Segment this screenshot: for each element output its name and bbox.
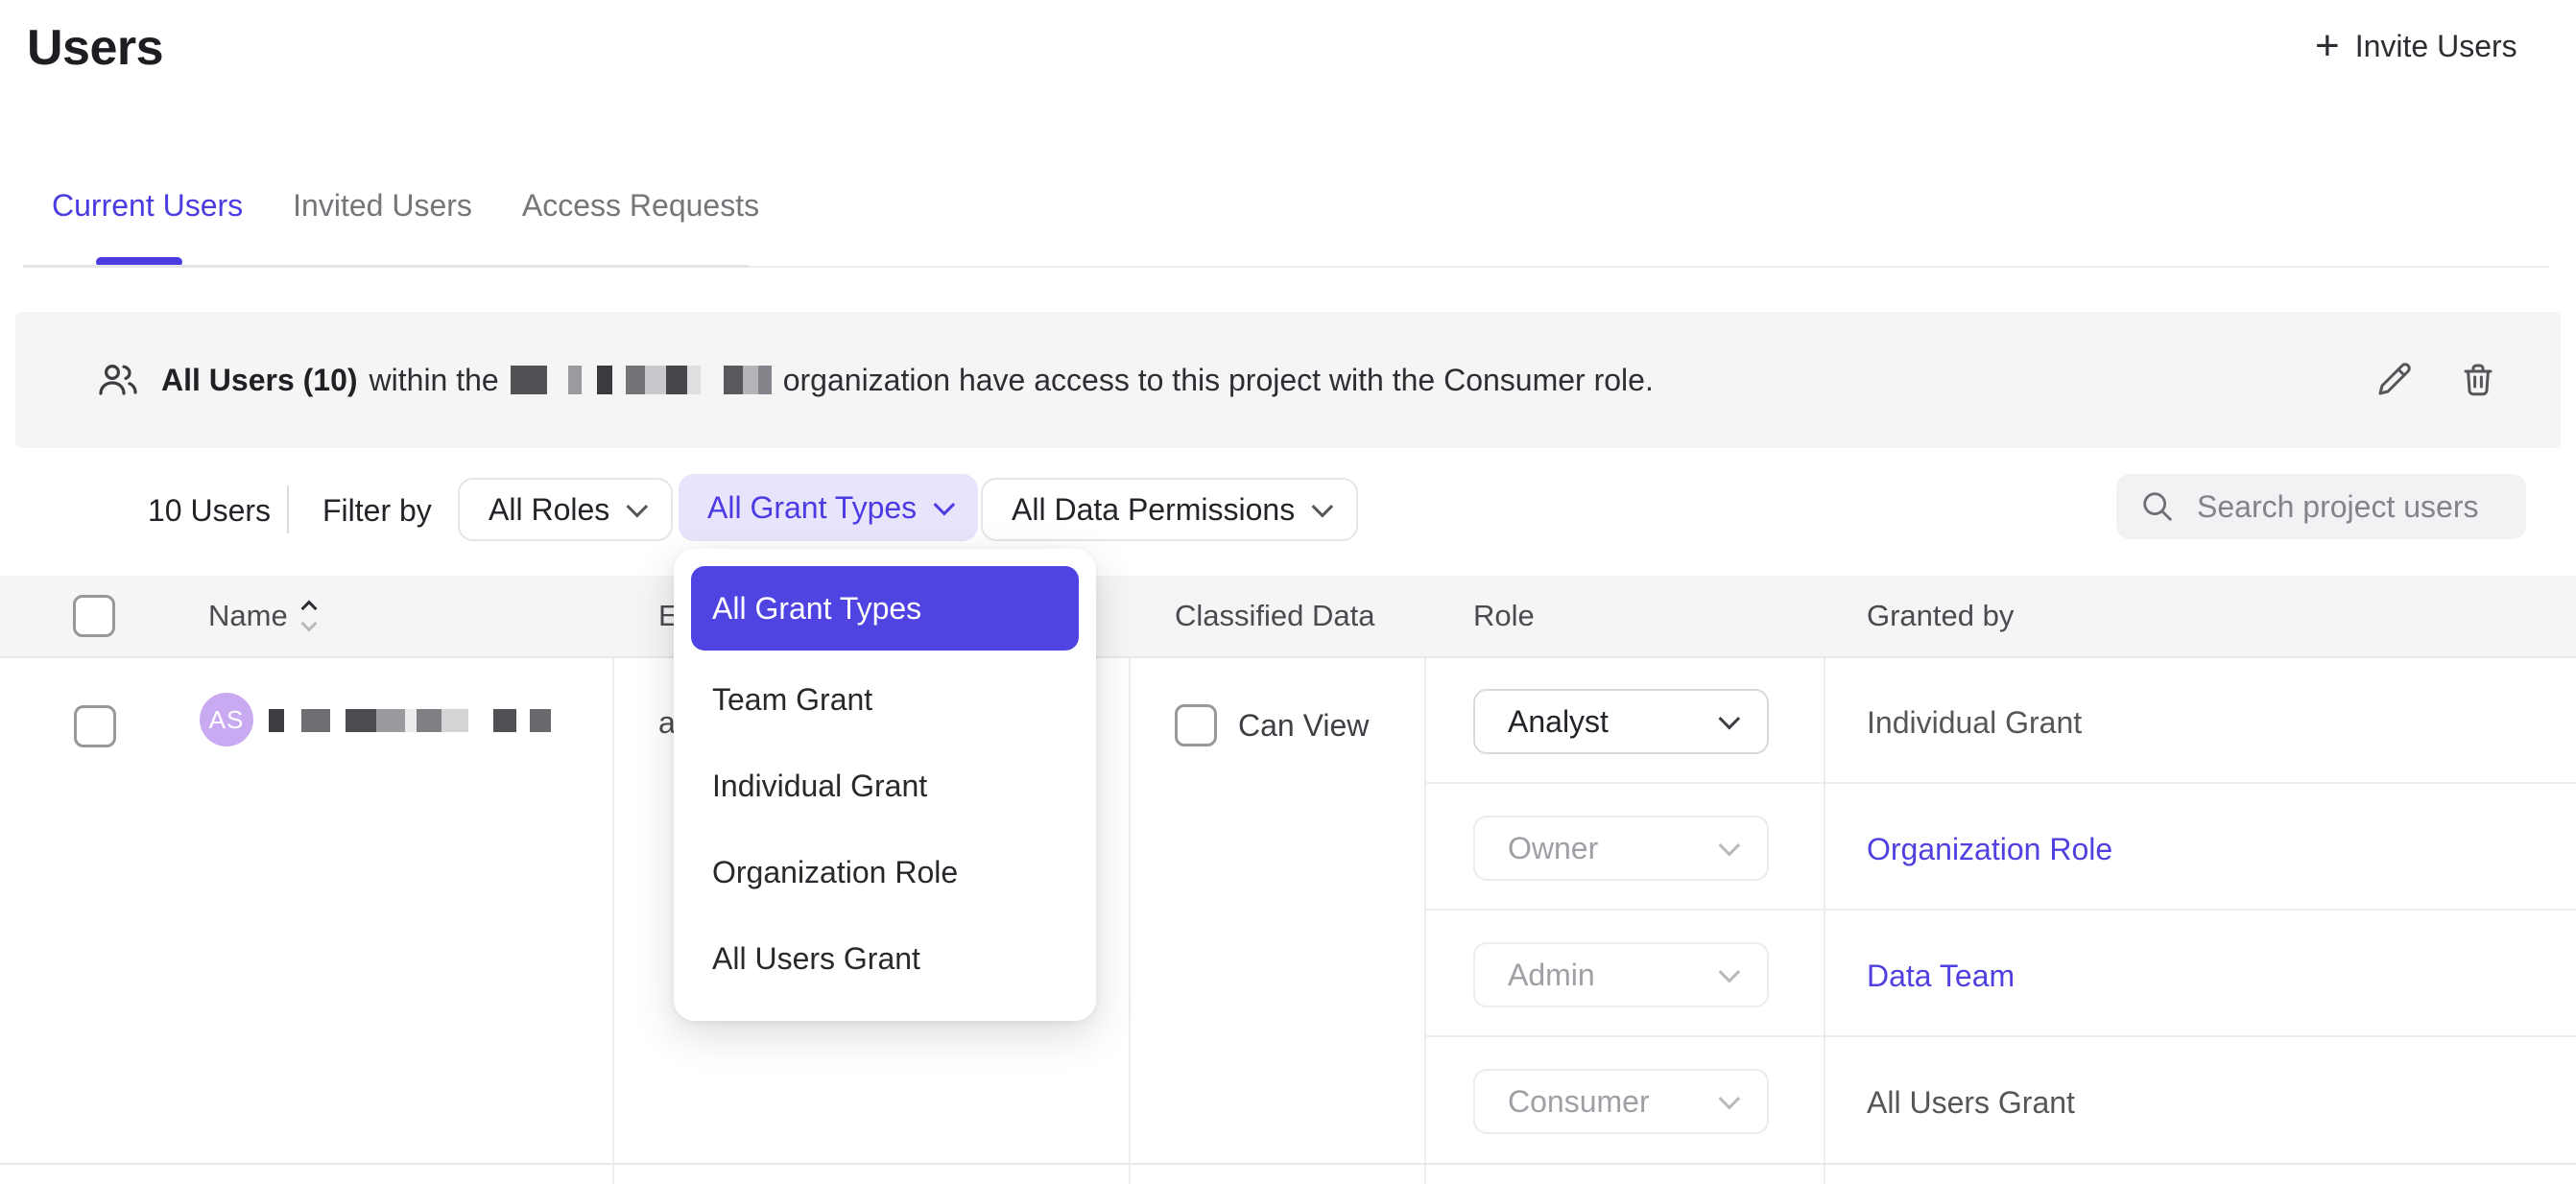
search-input[interactable] (2197, 489, 2576, 525)
role-header-label: Role (1473, 599, 1535, 633)
banner-bold-text: All Users (10) (161, 363, 358, 398)
avatar: AS (200, 693, 253, 746)
chevron-down-icon (934, 494, 956, 516)
invite-users-button[interactable]: + Invite Users (2315, 27, 2517, 65)
row-checkbox[interactable] (74, 705, 116, 747)
all-data-permissions-filter[interactable]: All Data Permissions (981, 478, 1358, 541)
edit-banner-button[interactable] (2373, 359, 2415, 401)
table-header: Name Email Classified Data Role Granted … (0, 576, 2576, 658)
filter-by-label: Filter by (322, 493, 432, 529)
select-all-checkbox[interactable] (73, 595, 115, 637)
dropdown-item-all-grant-types[interactable]: All Grant Types (691, 566, 1079, 651)
tabs-divider-left (23, 265, 749, 268)
can-view-label: Can View (1238, 708, 1369, 744)
dropdown-item-label: Team Grant (712, 682, 872, 718)
can-view-checkbox[interactable] (1175, 704, 1217, 746)
granted-by-organization-role-link[interactable]: Organization Role (1867, 832, 2112, 867)
granted-by-individual-grant: Individual Grant (1867, 705, 2082, 741)
redacted-org-name (511, 366, 772, 394)
user-count-label: 10 Users (148, 493, 271, 529)
grant-row-divider (1424, 782, 2576, 784)
all-users-banner: All Users (10) within the organization h… (15, 312, 2561, 448)
name-header-label: Name (208, 599, 288, 633)
dropdown-item-all-users-grant[interactable]: All Users Grant (691, 915, 1079, 1002)
classified-data-header-label: Classified Data (1175, 599, 1374, 633)
dropdown-item-team-grant[interactable]: Team Grant (691, 656, 1079, 743)
dropdown-item-organization-role[interactable]: Organization Role (691, 829, 1079, 915)
search-icon (2139, 488, 2176, 525)
edit-icon (2373, 359, 2415, 401)
role-value: Analyst (1508, 704, 1609, 740)
role-value: Owner (1508, 831, 1598, 866)
tab-invited-users[interactable]: Invited Users (293, 188, 472, 224)
role-value: Consumer (1508, 1084, 1650, 1120)
chevron-down-icon (1312, 496, 1334, 518)
all-grant-types-filter[interactable]: All Grant Types (679, 474, 978, 541)
role-select-admin[interactable]: Admin (1473, 942, 1769, 1007)
column-header-name[interactable]: Name (208, 576, 315, 656)
column-divider (1424, 658, 1426, 1184)
redacted-user-name (269, 709, 551, 732)
role-value: Admin (1508, 958, 1595, 993)
dropdown-item-label: Organization Role (712, 855, 958, 890)
delete-banner-button[interactable] (2457, 359, 2499, 401)
user-row-divider (0, 1163, 2576, 1165)
tab-current-users[interactable]: Current Users (52, 188, 243, 224)
all-roles-label: All Roles (489, 492, 609, 528)
role-select-consumer[interactable]: Consumer (1473, 1069, 1769, 1134)
sort-icon (303, 603, 315, 629)
trash-icon (2457, 359, 2499, 401)
column-header-granted-by: Granted by (1867, 576, 2014, 656)
grant-types-dropdown-menu: All Grant Types Team Grant Individual Gr… (674, 549, 1096, 1021)
all-grant-types-label: All Grant Types (707, 490, 917, 526)
all-roles-filter[interactable]: All Roles (458, 478, 673, 541)
chevron-down-icon (627, 496, 649, 518)
chevron-down-icon (1719, 708, 1741, 730)
column-divider (612, 658, 614, 1184)
column-header-classified-data: Classified Data (1175, 576, 1374, 656)
chevron-down-icon (1719, 1088, 1741, 1110)
role-select-owner[interactable]: Owner (1473, 816, 1769, 881)
plus-icon: + (2315, 27, 2340, 65)
filter-divider (287, 485, 289, 533)
grant-row-divider (1424, 1035, 2576, 1037)
dropdown-item-individual-grant[interactable]: Individual Grant (691, 743, 1079, 829)
column-divider (1824, 658, 1825, 1184)
granted-by-all-users-grant: All Users Grant (1867, 1085, 2075, 1121)
dropdown-item-label: Individual Grant (712, 769, 927, 804)
granted-by-header-label: Granted by (1867, 599, 2014, 633)
column-divider (1129, 658, 1131, 1184)
dropdown-item-label: All Grant Types (712, 591, 921, 627)
banner-text-before-org: within the (370, 363, 499, 398)
column-header-role: Role (1473, 576, 1535, 656)
users-page: Users + Invite Users Current Users Invit… (0, 0, 2576, 1184)
granted-by-data-team-link[interactable]: Data Team (1867, 959, 2015, 994)
users-icon (96, 362, 140, 398)
chevron-down-icon (1719, 961, 1741, 983)
banner-text-after-org: organization have access to this project… (783, 363, 1654, 398)
role-select-analyst[interactable]: Analyst (1473, 689, 1769, 754)
tab-bar: Current Users Invited Users Access Reque… (52, 188, 759, 224)
page-title: Users (27, 19, 163, 77)
invite-users-label: Invite Users (2355, 29, 2517, 64)
grant-row-divider (1424, 909, 2576, 911)
dropdown-item-label: All Users Grant (712, 941, 920, 977)
search-project-users (2116, 474, 2526, 539)
tab-access-requests[interactable]: Access Requests (522, 188, 759, 224)
chevron-down-icon (1719, 835, 1741, 857)
all-data-permissions-label: All Data Permissions (1012, 492, 1295, 528)
